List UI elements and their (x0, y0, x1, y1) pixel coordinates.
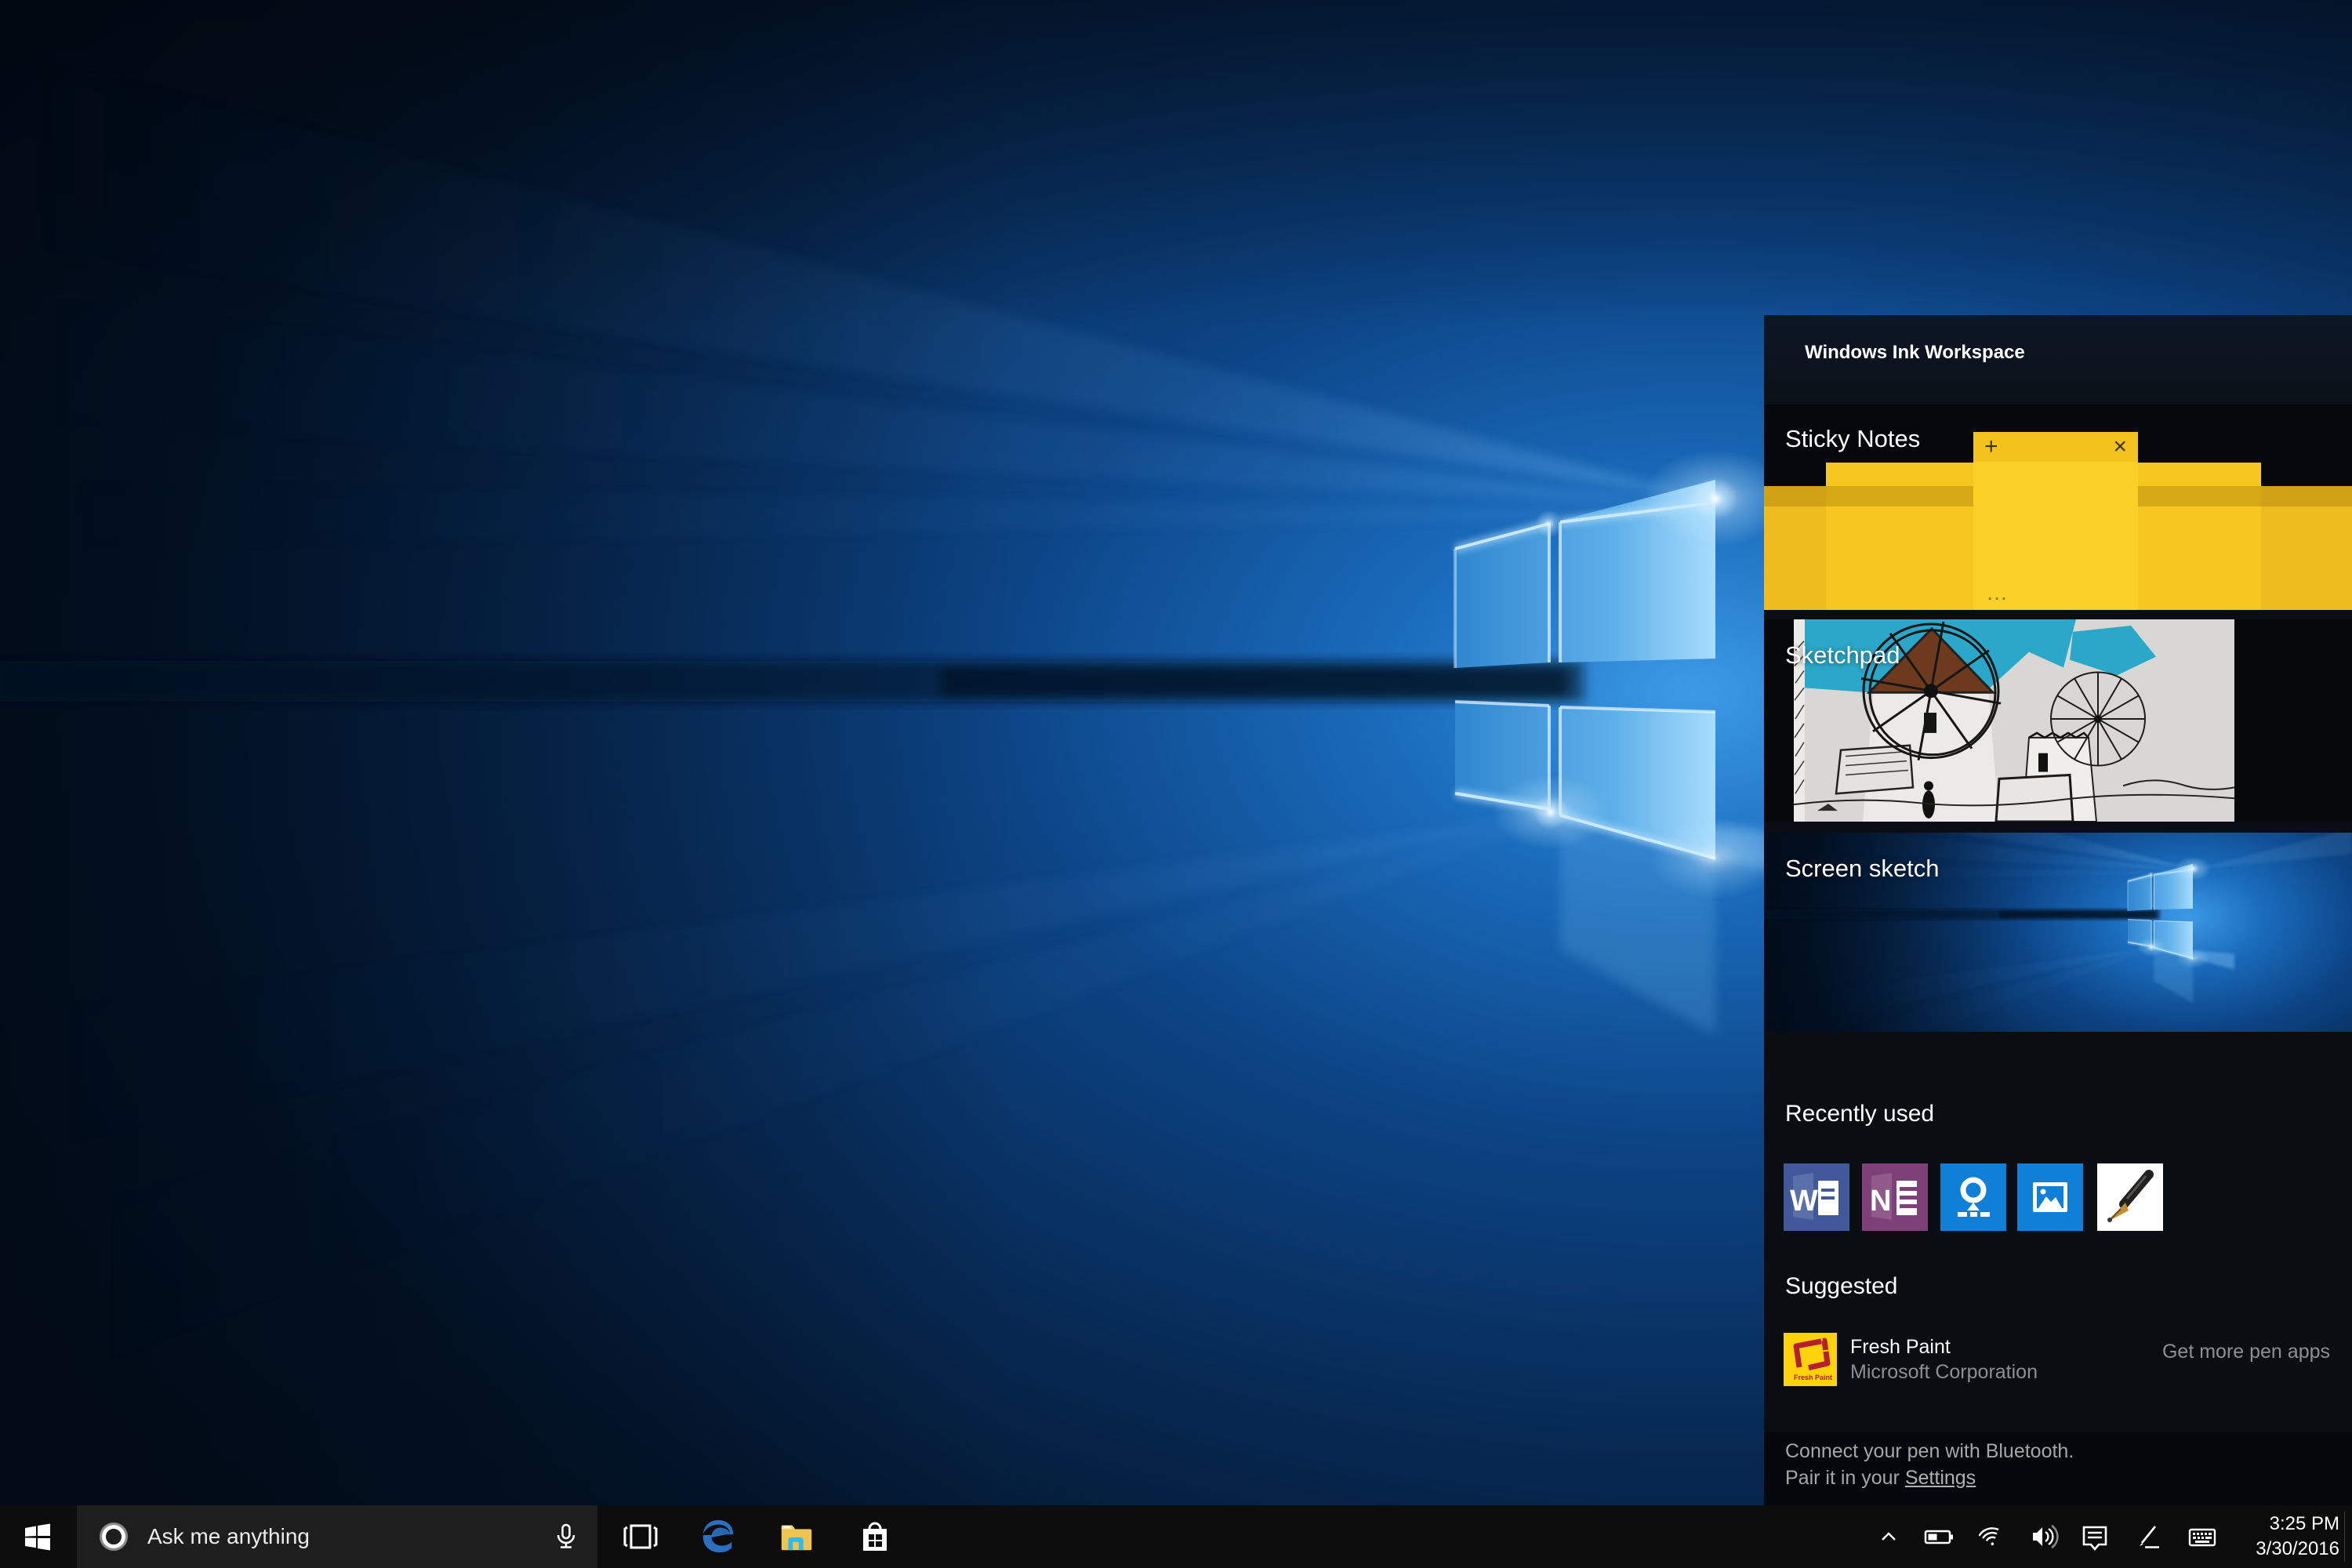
edge-icon (700, 1517, 738, 1556)
taskbar: Ask me anything (0, 1505, 2352, 1568)
pen-app-icon[interactable] (2097, 1163, 2163, 1231)
add-note-icon[interactable]: + (1984, 432, 1998, 462)
bluetooth-hint-line1: Connect your pen with Bluetooth. (1785, 1440, 2074, 1463)
bluetooth-hint-line2-text: Pair it in your (1785, 1467, 1905, 1489)
search-box[interactable]: Ask me anything (77, 1505, 597, 1568)
settings-link[interactable]: Settings (1905, 1467, 1976, 1489)
suggested-app-name: Fresh Paint (1850, 1336, 1951, 1359)
windows-ink-workspace-panel: Windows Ink Workspace Sticky Notes + × …… (1764, 315, 2352, 1505)
sketchpad-label: Sketchpad (1785, 641, 1900, 670)
microphone-icon[interactable] (552, 1523, 580, 1551)
hidden-icons-button[interactable] (1875, 1505, 1902, 1568)
battery-status[interactable] (1923, 1505, 1955, 1568)
panel-header: Windows Ink Workspace (1764, 315, 2352, 405)
close-note-icon[interactable]: × (2113, 432, 2127, 462)
bluetooth-hint-line2: Pair it in your Settings (1785, 1467, 1976, 1490)
get-more-pen-apps-link[interactable]: Get more pen apps (2162, 1341, 2330, 1363)
clock-time: 3:25 PM (2225, 1512, 2339, 1537)
windows-logo-icon (24, 1523, 52, 1551)
task-view-button[interactable] (622, 1505, 659, 1568)
suggested-label: Suggested (1785, 1273, 1897, 1300)
maps-app-icon[interactable] (1940, 1163, 2006, 1231)
action-center-icon (2080, 1522, 2110, 1552)
sticky-note-active[interactable]: + × … (1973, 432, 2138, 610)
onenote-app-icon[interactable]: N (1862, 1163, 1928, 1231)
volume-status[interactable] (2028, 1505, 2060, 1568)
svg-text:Fresh Paint: Fresh Paint (1794, 1374, 1832, 1381)
clock[interactable]: 3:25 PM 3/30/2016 (2225, 1512, 2339, 1562)
edge-browser-button[interactable] (700, 1505, 738, 1568)
word-app-icon[interactable]: W (1784, 1163, 1849, 1231)
screen-sketch-tile[interactable]: Screen sketch (1764, 833, 2352, 1032)
search-input[interactable]: Ask me anything (147, 1524, 310, 1549)
task-view-icon (622, 1519, 659, 1555)
sticky-notes-tile[interactable]: Sticky Notes + × … (1764, 405, 2352, 610)
screen-sketch-label: Screen sketch (1785, 855, 1939, 883)
wifi-icon (1979, 1523, 2007, 1551)
show-desktop-button[interactable] (2345, 1505, 2352, 1568)
suggested-app-publisher: Microsoft Corporation (1850, 1361, 2038, 1384)
panel-footer: Connect your pen with Bluetooth. Pair it… (1764, 1432, 2352, 1505)
panel-title: Windows Ink Workspace (1805, 342, 2025, 364)
touch-keyboard-icon (2187, 1522, 2217, 1552)
store-button[interactable] (856, 1505, 894, 1568)
fresh-paint-app-icon[interactable]: Fresh Paint (1784, 1333, 1837, 1386)
wifi-status[interactable] (1979, 1505, 2007, 1568)
suggested-app-row[interactable]: Fresh Paint Fresh Paint Microsoft Corpor… (1764, 1331, 2352, 1394)
store-icon (856, 1518, 894, 1555)
sticky-notes-label: Sticky Notes (1785, 425, 1920, 453)
cortana-icon[interactable] (99, 1522, 129, 1552)
file-explorer-icon (778, 1517, 815, 1556)
sticky-note-preview (1826, 463, 1973, 610)
volume-icon (2028, 1521, 2060, 1552)
photos-app-icon[interactable] (2017, 1163, 2083, 1231)
sticky-note-preview (2138, 463, 2261, 610)
battery-icon (1923, 1521, 1955, 1552)
svg-text:N: N (1870, 1185, 1891, 1218)
pen-icon (2135, 1523, 2161, 1550)
svg-text:W: W (1790, 1185, 1818, 1218)
chevron-up-icon (1877, 1525, 1900, 1548)
recently-used-label: Recently used (1785, 1101, 1934, 1127)
touch-keyboard-button[interactable] (2187, 1505, 2217, 1568)
clock-date: 3/30/2016 (2225, 1537, 2339, 1562)
start-button[interactable] (0, 1505, 75, 1568)
sketchpad-tile[interactable]: Sketchpad (1764, 619, 2352, 822)
action-center-button[interactable] (2080, 1505, 2110, 1568)
note-more-icon: … (1986, 580, 2009, 605)
panel-lower-zone: Recently used W N (1764, 1032, 2352, 1432)
file-explorer-button[interactable] (778, 1505, 815, 1568)
windows-ink-workspace-button[interactable] (2135, 1505, 2161, 1568)
